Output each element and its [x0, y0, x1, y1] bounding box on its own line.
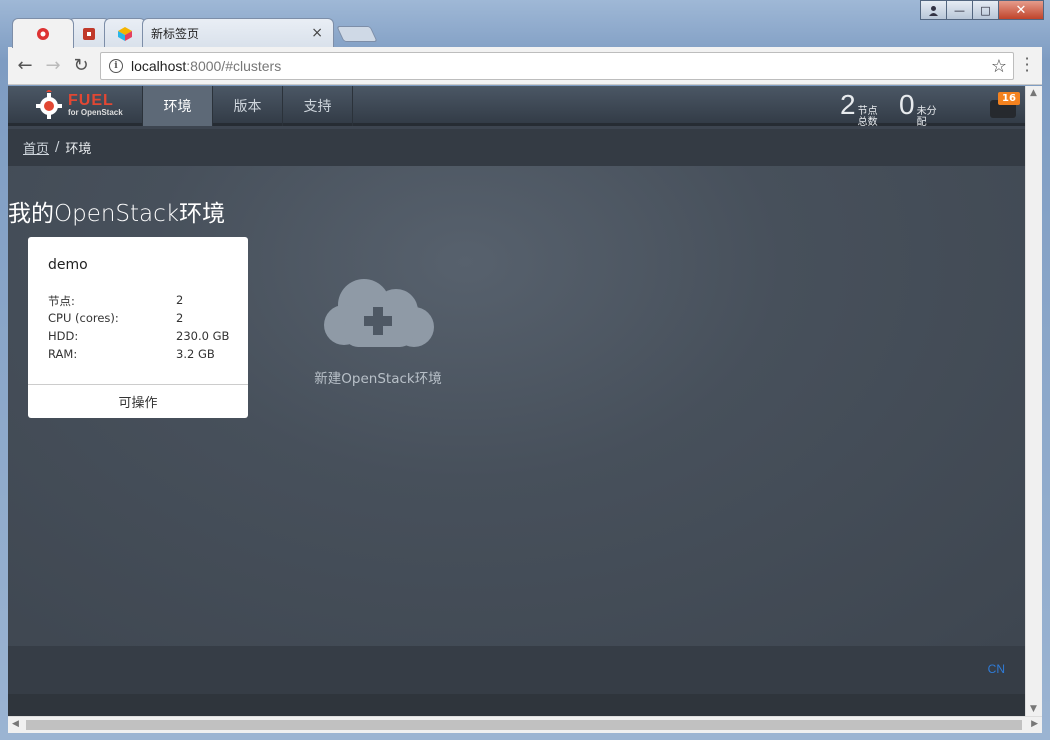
fuel-navbar: FUEL for OpenStack 环境 版本 支持 2 节点总数 0 未分配… [8, 86, 1025, 128]
fuel-gear-icon [36, 90, 62, 119]
user-icon [929, 5, 938, 16]
bookmark-star-icon[interactable]: ☆ [991, 56, 1007, 77]
notification-badge: 16 [998, 92, 1020, 105]
scroll-left-icon[interactable]: ◀ [12, 719, 19, 729]
nav-tab-environments[interactable]: 环境 [143, 86, 213, 126]
logo-subtitle: for OpenStack [68, 108, 123, 117]
cluster-stats: 节点: 2 CPU (cores): 2 HDD: 230.0 GB RAM: 3.2 … [48, 293, 238, 365]
browser-toolbar: ← → ↻ i localhost:8000/#clusters ☆ · · · [8, 47, 1042, 85]
create-cluster-label: 新建OpenStack环境 [314, 371, 442, 387]
back-icon[interactable]: ← [14, 55, 36, 76]
unallocated-nodes-stat[interactable]: 0 未分配 [899, 89, 945, 128]
page-title: 我的OpenStack环境 [8, 201, 226, 227]
notifications-button[interactable]: 16 [990, 92, 1020, 118]
colorful-app-icon [118, 26, 132, 41]
footer-bottom [8, 694, 1025, 716]
nav-tab-support[interactable]: 支持 [283, 86, 353, 126]
breadcrumb-home-link[interactable]: 首页 [23, 138, 49, 157]
cluster-status: 可操作 [28, 384, 248, 418]
url-text: localhost:8000/#clusters [131, 58, 282, 74]
browser-menu-icon[interactable]: · · · [1024, 51, 1030, 79]
breadcrumb-current: 环境 [65, 142, 92, 157]
cluster-card-demo[interactable]: demo 节点: 2 CPU (cores): 2 HDD: 230.0 GB RAM… [28, 237, 248, 418]
tab-3[interactable] [104, 18, 146, 48]
scrollbar-thumb[interactable] [26, 720, 1022, 730]
page-viewport: FUEL for OpenStack 环境 版本 支持 2 节点总数 0 未分配… [8, 86, 1025, 716]
minimize-button[interactable]: — [946, 0, 973, 20]
clusters-page: 我的OpenStack环境 demo 节点: 2 CPU (cores): 2 HD… [8, 166, 1025, 646]
breadcrumb: 首页 / 环境 [8, 129, 1025, 166]
scroll-down-icon[interactable]: ▼ [1030, 704, 1037, 714]
logo-title: FUEL [68, 92, 114, 109]
cluster-stat-row: RAM: 3.2 GB [48, 347, 215, 361]
address-bar[interactable]: i localhost:8000/#clusters ☆ [100, 52, 1014, 80]
breadcrumb-separator: / [55, 140, 60, 155]
cloud-plus-icon [324, 279, 434, 347]
cluster-stat-row: CPU (cores): 2 [48, 311, 184, 325]
new-tab-button[interactable] [336, 26, 378, 42]
cluster-name: demo [48, 257, 88, 273]
create-cluster-button[interactable]: 新建OpenStack环境 [308, 271, 448, 387]
tab-title: 新标签页 [151, 27, 200, 41]
page-footer: CN [8, 646, 1025, 694]
nav-tab-releases[interactable]: 版本 [213, 86, 283, 126]
user-profile-button[interactable] [920, 0, 947, 20]
tab-close-icon[interactable]: × [311, 25, 323, 41]
window-controls: — □ ✕ [920, 0, 1044, 20]
forward-icon[interactable]: → [42, 55, 64, 76]
tab-fuel[interactable] [12, 18, 74, 48]
info-icon[interactable]: i [109, 59, 123, 73]
tab-new[interactable]: 新标签页 × [142, 18, 334, 48]
reload-icon[interactable]: ↻ [70, 55, 92, 76]
close-window-button[interactable]: ✕ [998, 0, 1044, 20]
scroll-right-icon[interactable]: ▶ [1031, 719, 1038, 729]
red-app-icon [83, 27, 95, 40]
fuel-favicon-icon [37, 27, 49, 40]
main-nav: 环境 版本 支持 [142, 86, 353, 126]
horizontal-scrollbar[interactable]: ◀ ▶ [8, 716, 1042, 733]
tab-strip: 新标签页 × [8, 0, 1042, 48]
maximize-button[interactable]: □ [972, 0, 999, 20]
fuel-logo[interactable]: FUEL for OpenStack [34, 88, 134, 122]
language-switcher[interactable]: CN [988, 662, 1005, 676]
total-nodes-stat[interactable]: 2 节点总数 [840, 89, 886, 128]
cluster-stat-row: HDD: 230.0 GB [48, 329, 230, 343]
scroll-up-icon[interactable]: ▲ [1030, 88, 1037, 98]
vertical-scrollbar[interactable]: ▲ ▼ [1025, 86, 1042, 716]
cluster-stat-row: 节点: 2 [48, 293, 184, 308]
